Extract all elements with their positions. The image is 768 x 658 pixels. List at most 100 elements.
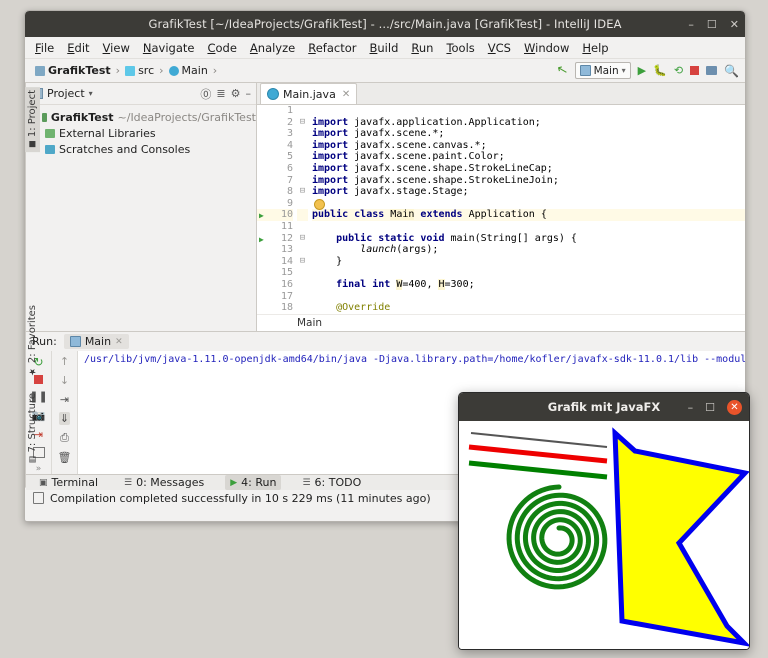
tree-node[interactable]: Scratches and Consoles: [30, 141, 256, 157]
breadcrumb-separator: ›: [115, 64, 121, 77]
tree-node[interactable]: ▶External Libraries: [30, 125, 256, 141]
run-icon[interactable]: ▶: [638, 64, 646, 77]
fold-marker[interactable]: [297, 105, 308, 117]
tab-main-java[interactable]: Main.java ✕: [260, 83, 358, 104]
bottom-tab-label: 4: Run: [241, 476, 277, 489]
fold-marker[interactable]: [297, 128, 308, 140]
settings-gear-icon[interactable]: ⚙: [231, 87, 241, 100]
line-number: 8: [286, 186, 293, 198]
menu-item-view[interactable]: View: [103, 41, 130, 55]
minimize-icon[interactable]: –: [688, 401, 694, 414]
bottom-tab-messages[interactable]: ☰ 0: Messages: [119, 475, 209, 490]
fold-marker[interactable]: ⊟: [297, 186, 308, 198]
left-strip-label-project: 1: Project: [27, 90, 38, 138]
sort-icon[interactable]: ≣: [216, 87, 225, 100]
coverage-icon[interactable]: ⟲: [674, 64, 683, 77]
breadcrumb: GrafikTest › src › Main ›: [35, 64, 557, 77]
menu-item-edit[interactable]: Edit: [67, 41, 89, 55]
sidebar-item-favorites[interactable]: ★ 2: Favorites: [25, 302, 40, 379]
menu-item-tools[interactable]: Tools: [446, 41, 474, 55]
close-icon[interactable]: ✕: [730, 19, 739, 30]
breadcrumb-item-src[interactable]: src: [125, 64, 154, 77]
fold-marker[interactable]: [297, 163, 308, 175]
code-line: public class Main extends Application {: [312, 209, 745, 221]
fold-marker[interactable]: [297, 151, 308, 163]
menu-item-navigate[interactable]: Navigate: [143, 41, 195, 55]
sidebar-item-project[interactable]: ■ 1: Project: [25, 87, 40, 153]
java-file-icon: [168, 65, 179, 76]
maximize-icon[interactable]: ☐: [705, 401, 715, 414]
line-number: 13: [280, 244, 293, 256]
menu-item-build[interactable]: Build: [370, 41, 399, 55]
breadcrumb-item-main[interactable]: Main: [168, 64, 208, 77]
minimize-icon[interactable]: –: [688, 19, 694, 30]
menu-item-code[interactable]: Code: [207, 41, 236, 55]
fold-marker[interactable]: [297, 267, 308, 279]
fold-marker[interactable]: [297, 209, 308, 221]
sidebar-item-structure[interactable]: ▤ 7: Structure: [25, 390, 40, 467]
menu-bar: File Edit View Navigate Code Analyze Refactor B…: [25, 37, 745, 59]
fold-marker[interactable]: ⊟: [297, 256, 308, 268]
source-code[interactable]: import javafx.application.Application; im…: [308, 105, 745, 314]
bottom-tab-label: 6: TODO: [314, 476, 362, 489]
scratch-icon: [45, 144, 55, 154]
fold-marker[interactable]: [297, 244, 308, 256]
close-icon[interactable]: ✕: [727, 399, 742, 415]
fold-marker[interactable]: [297, 198, 308, 210]
menu-item-vcs[interactable]: VCS: [488, 41, 511, 55]
menu-item-help[interactable]: Help: [582, 41, 608, 55]
stop-icon[interactable]: [690, 66, 700, 75]
code-area[interactable]: 123456789▶1011▶12131415161718◉1920 ⊟⊟⊟⊟⊟…: [257, 105, 745, 314]
fold-marker[interactable]: ⊟: [297, 117, 308, 129]
fold-marker[interactable]: [297, 279, 308, 291]
intention-bulb-icon[interactable]: [314, 198, 325, 210]
down-icon[interactable]: ↓: [60, 374, 69, 387]
search-icon[interactable]: 🔍: [724, 64, 739, 78]
left-strip-label-structure: 7: Structure: [27, 392, 38, 452]
bottom-tab-label: 0: Messages: [136, 476, 205, 489]
close-icon[interactable]: ✕: [115, 337, 123, 347]
print-icon[interactable]: ⎙: [60, 431, 69, 445]
debug-icon[interactable]: 🐛: [653, 64, 667, 77]
tree-node[interactable]: ▶GrafikTest~/IdeaProjects/GrafikTest: [30, 109, 256, 125]
breadcrumb-item-grafiktest[interactable]: GrafikTest: [35, 64, 111, 77]
editor-breadcrumb-label: Main: [297, 317, 323, 329]
line-number-gutter: 123456789▶1011▶12131415161718◉1920: [257, 105, 297, 314]
run-tab-main[interactable]: Main ✕: [63, 334, 129, 349]
soft-wrap-icon[interactable]: ⇥: [60, 393, 69, 406]
menu-item-file[interactable]: File: [35, 41, 54, 55]
bottom-tab-terminal[interactable]: ▣ Terminal: [34, 475, 103, 490]
close-icon[interactable]: ✕: [342, 89, 350, 100]
fold-gutter[interactable]: ⊟⊟⊟⊟⊟: [297, 105, 308, 314]
bottom-tab-todo[interactable]: ☰ 6: TODO: [297, 475, 366, 490]
fold-marker[interactable]: [297, 291, 308, 303]
fold-marker[interactable]: [297, 221, 308, 233]
fold-marker[interactable]: [297, 140, 308, 152]
trash-icon[interactable]: 🗑: [58, 451, 72, 464]
scroll-to-end-icon[interactable]: ⇓: [58, 412, 71, 425]
fold-marker[interactable]: [297, 302, 308, 314]
line-number: 9: [286, 197, 293, 209]
project-structure-icon[interactable]: [706, 66, 718, 75]
bottom-tab-run[interactable]: ▶ 4: Run: [225, 475, 282, 490]
code-line: launch(args);: [360, 244, 439, 256]
menu-item-refactor[interactable]: Refactor: [308, 41, 356, 55]
run-configuration-selector[interactable]: Main ▾: [574, 62, 631, 79]
collapse-all-icon[interactable]: ⓪: [200, 86, 211, 102]
code-editor: Main.java ✕ 1 2 3 4 5 6 7 8 9 ▶ 10 11 ▶ 12 13 14 15 16 17 1…: [257, 83, 745, 331]
maximize-icon[interactable]: ☐: [707, 19, 717, 30]
breadcrumb-label: src: [138, 64, 155, 77]
hide-icon[interactable]: –: [246, 87, 252, 100]
project-tree: ▶GrafikTest~/IdeaProjects/GrafikTest▶Ext…: [26, 105, 256, 157]
fold-marker[interactable]: [297, 175, 308, 187]
editor-tab-label: Main.java: [283, 87, 336, 101]
line-number: 11: [280, 220, 293, 232]
menu-item-window[interactable]: Window: [524, 41, 569, 55]
menu-item-run[interactable]: Run: [411, 41, 433, 55]
breadcrumb-separator: ›: [212, 64, 218, 77]
up-icon[interactable]: ↑: [60, 355, 69, 368]
back-arrow-icon[interactable]: ↖: [555, 62, 569, 79]
menu-item-analyze[interactable]: Analyze: [250, 41, 295, 55]
fold-marker[interactable]: ⊟: [297, 233, 308, 245]
run-icon: ▶: [230, 477, 238, 488]
